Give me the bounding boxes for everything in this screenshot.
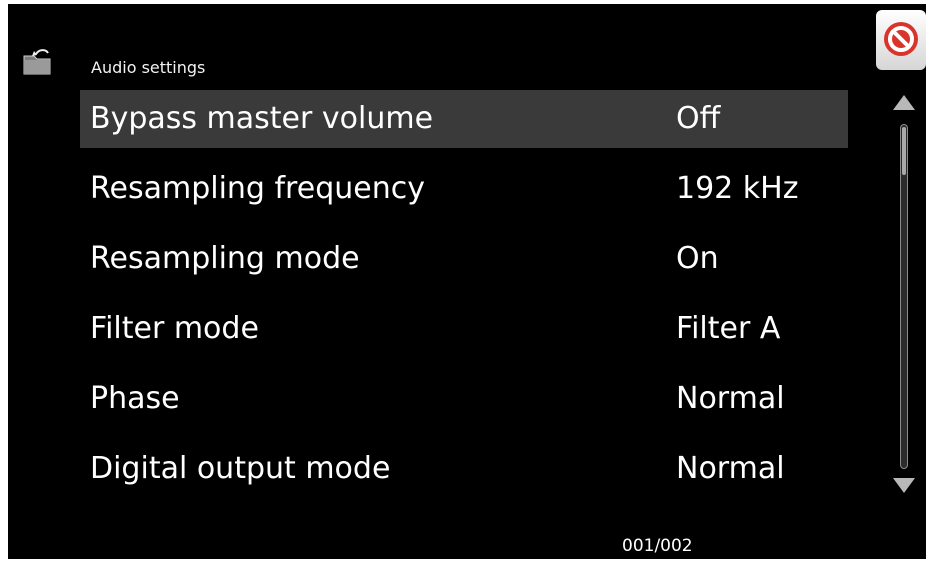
setting-value: Off xyxy=(676,101,721,136)
audio-settings-screen: Audio settings Bypass master volume Off … xyxy=(8,4,926,559)
close-icon xyxy=(884,22,918,56)
folder-back-icon[interactable] xyxy=(22,47,54,77)
setting-value: 192 kHz xyxy=(676,171,799,206)
setting-value: Normal xyxy=(676,381,785,416)
scroll-down-arrow-icon[interactable] xyxy=(891,475,917,495)
setting-value: Filter A xyxy=(676,311,781,346)
setting-row-bypass-master-volume[interactable]: Bypass master volume Off xyxy=(80,90,848,148)
setting-label: Resampling frequency xyxy=(90,171,425,206)
setting-row-filter-mode[interactable]: Filter mode Filter A xyxy=(80,300,848,358)
setting-label: Phase xyxy=(90,381,180,416)
setting-label: Digital output mode xyxy=(90,451,391,486)
page-indicator: 001/002 xyxy=(622,536,693,556)
setting-label: Resampling mode xyxy=(90,241,360,276)
page-title: Audio settings xyxy=(91,58,206,77)
setting-label: Bypass master volume xyxy=(90,101,434,136)
setting-label: Filter mode xyxy=(90,311,259,346)
scrollbar[interactable] xyxy=(900,124,908,469)
setting-value: Normal xyxy=(676,451,785,486)
setting-value: On xyxy=(676,241,719,276)
close-button[interactable] xyxy=(876,10,926,70)
setting-row-digital-output-mode[interactable]: Digital output mode Normal xyxy=(80,440,848,498)
setting-row-phase[interactable]: Phase Normal xyxy=(80,370,848,428)
scrollbar-thumb[interactable] xyxy=(902,127,906,175)
setting-row-resampling-mode[interactable]: Resampling mode On xyxy=(80,230,848,288)
settings-list: Bypass master volume Off Resampling freq… xyxy=(80,90,848,510)
setting-row-resampling-frequency[interactable]: Resampling frequency 192 kHz xyxy=(80,160,848,218)
scroll-up-arrow-icon[interactable] xyxy=(891,93,917,113)
